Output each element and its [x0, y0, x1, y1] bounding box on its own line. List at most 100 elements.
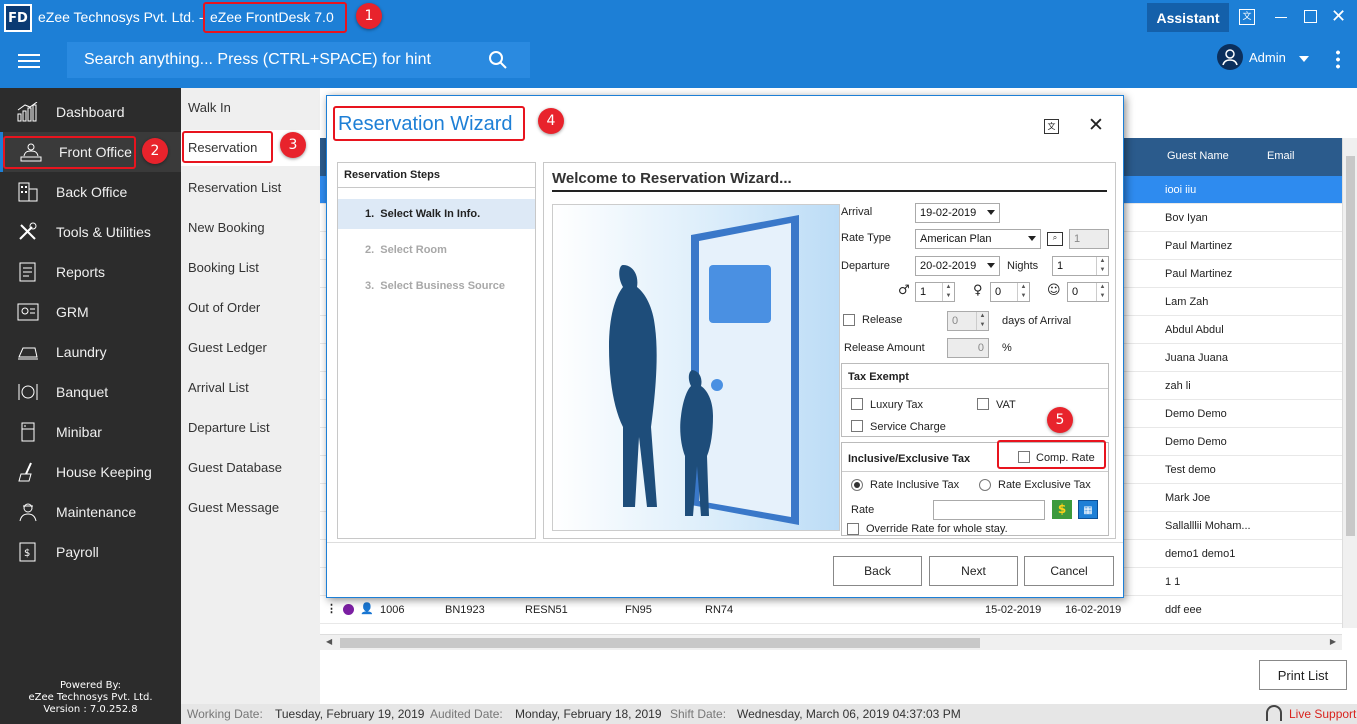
sidebar-item-label: Back Office	[56, 184, 128, 200]
callout-4: 4	[538, 108, 564, 134]
sidebar-item-minibar[interactable]: Minibar	[0, 412, 181, 452]
sidebar-item-dashboard[interactable]: Dashboard	[0, 92, 181, 132]
rate-lookup-icon[interactable]: ⌕	[1047, 232, 1063, 246]
sidebar-item-reports[interactable]: Reports	[0, 252, 181, 292]
translate-icon[interactable]: 文	[1239, 9, 1255, 25]
override-rate-checkbox[interactable]	[847, 523, 859, 535]
cell-guest-name: Mark Joe	[1165, 492, 1211, 504]
departure-date-picker[interactable]: 20-02-2019	[915, 256, 1000, 276]
svg-text:$: $	[24, 548, 30, 559]
translate-icon[interactable]: 文	[1044, 119, 1059, 134]
rate-input[interactable]	[933, 500, 1045, 520]
search-input[interactable]: Search anything... Press (CTRL+SPACE) fo…	[84, 51, 431, 69]
search-icon[interactable]	[488, 50, 508, 70]
sidebar-item-label: Tools & Utilities	[56, 224, 151, 240]
submenu-guest-message[interactable]: Guest Message	[188, 500, 279, 515]
highlight-dialog-title	[333, 106, 525, 141]
minimize-icon[interactable]	[1275, 17, 1287, 18]
user-menu[interactable]: Admin	[1249, 50, 1286, 65]
back-button[interactable]: Back	[833, 556, 922, 586]
release-label: Release	[862, 314, 903, 326]
vat-label: VAT	[996, 399, 1016, 411]
wizard-main-panel: Welcome to Reservation Wizard... Arrival…	[543, 162, 1116, 539]
table-row[interactable]: ⋮ 👤 1006 BN1923 RESN51 FN95 RN74 15-02-2…	[320, 596, 1342, 624]
next-button[interactable]: Next	[929, 556, 1018, 586]
service-charge-checkbox[interactable]	[851, 420, 863, 432]
submenu-booking-list[interactable]: Booking List	[188, 260, 259, 275]
infant-stepper[interactable]: 0 ▲ ▼	[1067, 282, 1109, 302]
submenu-arrival-list[interactable]: Arrival List	[188, 380, 249, 395]
infant-value: 0	[1072, 286, 1079, 298]
calculator-icon[interactable]: ▦	[1078, 500, 1098, 519]
currency-icon[interactable]: $	[1052, 500, 1072, 519]
rate-inclusive-radio[interactable]	[851, 479, 863, 491]
vat-checkbox[interactable]	[977, 398, 989, 410]
cell-guest-name: Bov Iyan	[1165, 212, 1208, 224]
rate-type-value: American Plan	[920, 233, 992, 245]
release-checkbox[interactable]	[843, 314, 855, 326]
column-header-guest-name[interactable]: Guest Name	[1167, 150, 1229, 162]
close-icon[interactable]: ✕	[1331, 6, 1346, 27]
working-date-label: Working Date:	[187, 707, 263, 721]
grid-vertical-scrollbar[interactable]	[1342, 138, 1357, 628]
rate-type-label: Rate Type	[841, 232, 891, 244]
arrival-date-picker[interactable]: 19-02-2019	[915, 203, 1000, 223]
submenu-guest-ledger[interactable]: Guest Ledger	[188, 340, 267, 355]
sidebar-item-grm[interactable]: GRM	[0, 292, 181, 332]
submenu-guest-database[interactable]: Guest Database	[188, 460, 282, 475]
row-menu-icon[interactable]: ⋮	[326, 602, 337, 615]
banquet-icon	[18, 384, 38, 400]
cell-guest-name: Juana Juana	[1165, 352, 1228, 364]
rate-type-select[interactable]: American Plan	[915, 229, 1041, 249]
nights-stepper[interactable]: 1 ▲ ▼	[1052, 256, 1109, 276]
submenu-out-of-order[interactable]: Out of Order	[188, 300, 260, 315]
rate-exclusive-radio[interactable]	[979, 479, 991, 491]
sidebar-item-tools[interactable]: Tools & Utilities	[0, 212, 181, 252]
highlight-reservation	[182, 131, 273, 163]
sidebar-item-maintenance[interactable]: Maintenance	[0, 492, 181, 532]
cell-departure: 16-02-2019	[1065, 604, 1122, 616]
submenu-reservation-list[interactable]: Reservation List	[188, 180, 281, 195]
dialog-close-icon[interactable]: ✕	[1088, 114, 1104, 136]
cancel-button[interactable]: Cancel	[1024, 556, 1114, 586]
cell-guest-name: Lam Zah	[1165, 296, 1209, 308]
release-value: 0	[952, 315, 959, 327]
cell-guest-name: demo1 demo1	[1165, 548, 1236, 560]
assistant-button[interactable]: Assistant	[1147, 3, 1229, 32]
welcome-heading: Welcome to Reservation Wizard...	[552, 170, 792, 187]
submenu-new-booking[interactable]: New Booking	[188, 220, 265, 235]
grid-horizontal-scrollbar[interactable]: ◀ ▶	[320, 634, 1342, 650]
sidebar-item-laundry[interactable]: Laundry	[0, 332, 181, 372]
cell-guest-name: iooi iiu	[1165, 184, 1197, 196]
stepper-arrows-icon[interactable]: ▲ ▼	[1017, 283, 1029, 301]
adult-stepper[interactable]: 1 ▲ ▼	[915, 282, 955, 302]
stepper-arrows-icon[interactable]: ▲ ▼	[1096, 283, 1108, 301]
child-stepper[interactable]: 0 ▲ ▼	[990, 282, 1030, 302]
submenu-walk-in[interactable]: Walk In	[188, 100, 231, 115]
sidebar-item-housekeeping[interactable]: House Keeping	[0, 452, 181, 492]
cell-guest-name: ddf eee	[1165, 604, 1202, 616]
maximize-icon[interactable]	[1304, 10, 1317, 23]
child-value: 0	[995, 286, 1002, 298]
reservation-steps-panel: Reservation Steps 1. Select Walk In Info…	[337, 162, 536, 539]
stepper-arrows-icon[interactable]: ▲ ▼	[1096, 257, 1108, 275]
print-list-button[interactable]: Print List	[1259, 660, 1347, 690]
submenu-departure-list[interactable]: Departure List	[188, 420, 270, 435]
chevron-down-icon	[987, 210, 995, 215]
more-options-icon[interactable]	[1336, 49, 1340, 69]
nights-value: 1	[1057, 260, 1064, 272]
step-1[interactable]: 1. Select Walk In Info.	[365, 208, 480, 220]
chevron-down-icon[interactable]	[1299, 56, 1309, 62]
sidebar-item-payroll[interactable]: $ Payroll	[0, 532, 181, 572]
rate-exclusive-label: Rate Exclusive Tax	[998, 479, 1091, 491]
search-bar[interactable]: Search anything... Press (CTRL+SPACE) fo…	[67, 42, 530, 78]
sidebar-item-label: Banquet	[56, 384, 109, 400]
column-header-email[interactable]: Email	[1267, 150, 1295, 162]
live-support-link[interactable]: Live Support	[1289, 707, 1356, 721]
hamburger-menu-icon[interactable]	[18, 54, 40, 68]
luxury-tax-checkbox[interactable]	[851, 398, 863, 410]
sidebar-item-banquet[interactable]: Banquet	[0, 372, 181, 412]
sidebar-item-back-office[interactable]: Back Office	[0, 172, 181, 212]
stepper-arrows-icon[interactable]: ▲ ▼	[942, 283, 954, 301]
user-avatar-icon[interactable]	[1217, 44, 1243, 70]
